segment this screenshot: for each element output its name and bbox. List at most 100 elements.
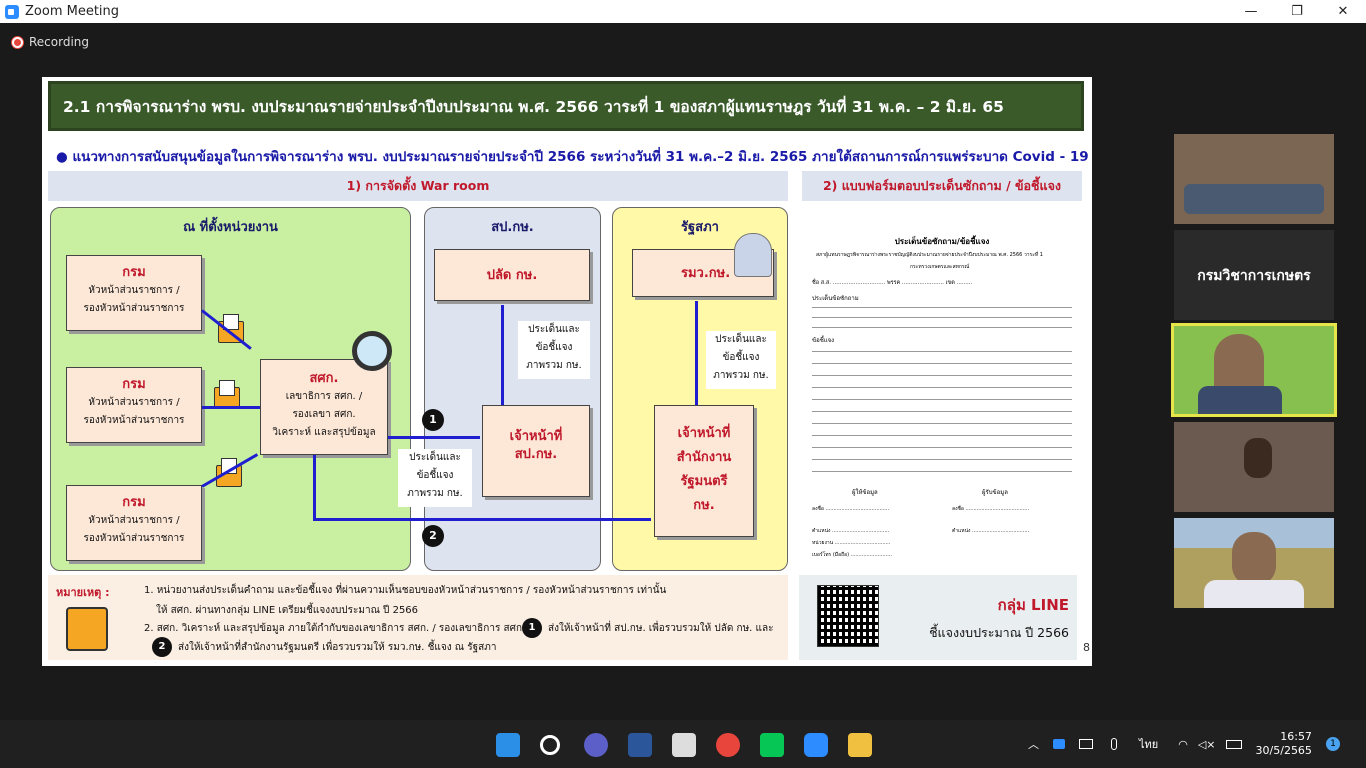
folder-icon <box>66 607 108 651</box>
minister-avatar-icon <box>734 233 772 277</box>
sok-box: สศก. เลขาธิการ สศก. / รองเลขา สศก. วิเคร… <box>260 359 388 455</box>
recording-label: Recording <box>29 35 90 49</box>
remarks-line: ให้ สศก. ผ่านทางกลุ่ม LINE เตรียมชี้แจงง… <box>156 605 419 616</box>
word-icon[interactable] <box>628 733 652 757</box>
opk-staff-label: เจ้าหน้าที่ <box>509 429 563 444</box>
qr-code <box>817 585 879 647</box>
form-answer-label: ข้อชี้แจง <box>812 337 835 344</box>
pm-staff-label: รัฐมนตรี <box>680 474 728 489</box>
step-2-badge: 2 <box>422 525 444 547</box>
participant-name: กรมวิชาการเกษตร <box>1197 268 1311 284</box>
opk-staff-box: เจ้าหน้าที่ สป.กษ. <box>482 405 590 497</box>
remarks-label: หมายเหตุ : <box>56 586 110 599</box>
wifi-icon[interactable]: ◠ <box>1178 738 1188 751</box>
participant-name-tile[interactable]: กรมวิชาการเกษตร <box>1174 230 1334 320</box>
step-1-badge: 1 <box>522 618 542 638</box>
form-unit: หน่วยงาน ...............................… <box>812 540 891 546</box>
flow-arrow <box>695 301 698 405</box>
form-position: ตำแหน่ง ................................… <box>952 528 1030 534</box>
minimize-button[interactable]: — <box>1228 0 1274 23</box>
start-icon[interactable] <box>496 733 520 757</box>
language-indicator[interactable]: ไทย <box>1139 735 1158 753</box>
remarks-line: ส่งให้เจ้าหน้าที่สำนักงานรัฐมนตรี เพื่อร… <box>178 642 497 653</box>
dept-box-1: กรม หัวหน้าส่วนราชการ / รองหัวหน้าส่วนรา… <box>66 255 202 331</box>
line-group-subtitle: ชี้แจงงบประมาณ ปี 2566 <box>929 625 1069 640</box>
pm-staff-box: เจ้าหน้าที่ สำนักงาน รัฐมนตรี กษ. <box>654 405 754 537</box>
chevron-up-icon[interactable]: ︿ <box>1028 736 1039 752</box>
close-button[interactable]: ✕ <box>1320 0 1366 23</box>
flow-arrow <box>202 406 260 409</box>
flow-arrow <box>501 305 504 405</box>
minister-label: รมว.กษ. <box>681 266 731 281</box>
speaker-muted-icon[interactable]: ◁× <box>1198 738 1216 751</box>
notification-badge[interactable]: 1 <box>1325 737 1340 751</box>
dept-title: กรม <box>122 265 146 280</box>
zoom-tray-icon[interactable] <box>1053 739 1065 749</box>
section-form: 2) แบบฟอร์มตอบประเด็นซักถาม / ข้อชี้แจง <box>802 171 1082 201</box>
pm-staff-label: กษ. <box>693 498 715 513</box>
issue-line: ประเด็นและ <box>715 334 767 345</box>
palad-label: ปลัด กษ. <box>486 268 538 283</box>
issue-label: ประเด็นและ ข้อชี้แจง ภาพรวม กษ. <box>518 321 590 379</box>
clock[interactable]: 16:57 30/5/2565 <box>1256 730 1312 758</box>
microphone-icon[interactable] <box>1111 738 1117 750</box>
file-explorer-icon[interactable] <box>848 733 872 757</box>
chrome-icon[interactable] <box>716 733 740 757</box>
panel-unit-title: ณ ที่ตั้งหน่วยงาน <box>183 220 278 235</box>
dept-line: หัวหน้าส่วนราชการ / <box>88 285 180 296</box>
form-sign: ลงชื่อ .................................… <box>812 506 890 512</box>
issue-line: ภาพรวม กษ. <box>713 370 769 381</box>
dept-line: หัวหน้าส่วนราชการ / <box>88 397 180 408</box>
pm-staff-label: เจ้าหน้าที่ <box>677 426 731 441</box>
magnifier-icon <box>352 331 392 371</box>
sok-line: รองเลขา สศก. <box>292 409 356 420</box>
zoom-taskbar-icon[interactable] <box>804 733 828 757</box>
dept-title: กรม <box>122 495 146 510</box>
recording-indicator[interactable]: Recording <box>12 35 89 49</box>
remarks-line: ส่งให้เจ้าหน้าที่ สป.กษ. เพื่อรวบรวมให้ … <box>548 623 774 634</box>
flow-arrow <box>313 518 651 521</box>
line-app-icon[interactable] <box>760 733 784 757</box>
issue-line: ประเด็นและ <box>409 452 461 463</box>
window-title: Zoom Meeting <box>25 4 120 19</box>
keyboard-icon[interactable] <box>1079 739 1093 749</box>
system-tray: ︿ ไทย ◠ ◁× 16:57 30/5/2565 1 <box>1028 720 1340 768</box>
remarks-line: 2. สศก. วิเคราะห์ และสรุปข้อมูล ภายใต้กำ… <box>144 623 526 634</box>
participant-video-speaker[interactable] <box>1171 323 1337 417</box>
zoom-icon <box>5 4 19 19</box>
window-titlebar: Zoom Meeting — ❐ ✕ <box>0 0 1366 23</box>
palad-box: ปลัด กษ. <box>434 249 590 301</box>
chat-icon[interactable] <box>584 733 608 757</box>
photos-icon[interactable] <box>672 733 696 757</box>
participant-video-field[interactable] <box>1174 518 1334 608</box>
issue-line: ข้อชี้แจง <box>535 342 573 353</box>
slide-title: 2.1 การพิจารณาร่าง พรบ. งบประมาณรายจ่ายป… <box>48 81 1084 131</box>
participant-video-meeting-room[interactable] <box>1174 134 1334 224</box>
maximize-button[interactable]: ❐ <box>1274 0 1320 23</box>
form-title: ประเด็นข้อซักถาม/ข้อชี้แจง <box>894 237 990 246</box>
page-number: 8 <box>1083 641 1090 654</box>
panel-opk-title: สป.กษ. <box>491 220 534 235</box>
section-war-room: 1) การจัดตั้ง War room <box>48 171 788 201</box>
clock-time: 16:57 <box>1280 730 1312 743</box>
sok-line: วิเคราะห์ และสรุปข้อมูล <box>272 427 376 438</box>
dept-title: กรม <box>122 377 146 392</box>
form-name: ชื่อ ส.ส. ..............................… <box>812 280 973 286</box>
form-question-label: ประเด็นข้อซักถาม <box>812 295 859 302</box>
participant-video-office[interactable] <box>1174 422 1334 512</box>
sok-title: สศก. <box>309 371 339 386</box>
remarks-line: 1. หน่วยงานส่งประเด็นคำถาม และข้อชี้แจง … <box>144 585 667 596</box>
shared-slide: 2.1 การพิจารณาร่าง พรบ. งบประมาณรายจ่ายป… <box>42 77 1092 666</box>
dept-box-2: กรม หัวหน้าส่วนราชการ / รองหัวหน้าส่วนรา… <box>66 367 202 443</box>
search-icon[interactable] <box>540 735 560 755</box>
form-sig-provider: ผู้ให้ข้อมูล <box>852 489 878 496</box>
response-form: ประเด็นข้อซักถาม/ข้อชี้แจง สภาผู้แทนราษฎ… <box>802 217 1082 567</box>
issue-line: ภาพรวม กษ. <box>526 360 582 371</box>
step-2-badge: 2 <box>152 637 172 657</box>
form-ministry: กระทรวงเกษตรและสหกรณ์ <box>910 264 970 270</box>
battery-icon[interactable] <box>1225 739 1242 749</box>
line-group-box: กลุ่ม LINE ชี้แจงงบประมาณ ปี 2566 <box>799 575 1077 660</box>
sok-line: เลขาธิการ สศก. / <box>285 391 363 402</box>
opk-staff-label: สป.กษ. <box>514 447 558 462</box>
form-sig-receiver: ผู้รับข้อมูล <box>982 489 1008 496</box>
